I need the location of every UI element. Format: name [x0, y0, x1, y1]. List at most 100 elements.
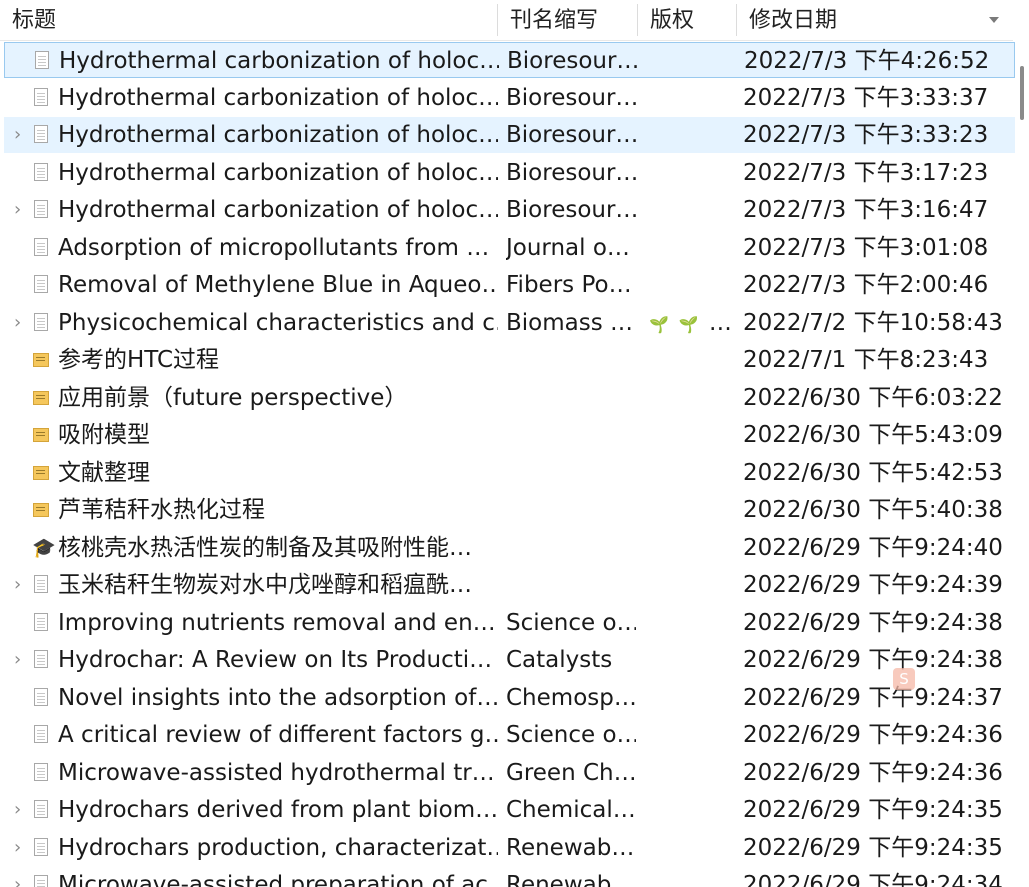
- list-item[interactable]: › Hydrothermal carbonization of holoc… Bio…: [4, 192, 1015, 228]
- list-item[interactable]: Novel insights into the adsorption of… Ch…: [4, 680, 1015, 716]
- item-journal: Fibers Po…: [506, 272, 632, 298]
- item-journal: Biomass …: [506, 309, 634, 336]
- item-journal: Bioresour…: [506, 197, 636, 223]
- expand-chevron-icon[interactable]: ›: [14, 117, 21, 153]
- item-title: Hydrothermal carbonization of holoc…: [59, 48, 499, 74]
- list-item[interactable]: › 玉米秸秆生物炭对水中戊唑醇和稻瘟酰… 2022/6/29 下午9:24:39: [4, 567, 1015, 603]
- item-date: 2022/6/29 下午9:24:39: [743, 572, 1003, 598]
- item-rights: [649, 755, 737, 791]
- list-item[interactable]: Microwave-assisted hydrothermal tr… Green…: [4, 755, 1015, 791]
- item-rights: [649, 830, 737, 866]
- item-journal: [506, 492, 636, 528]
- expand-chevron-icon[interactable]: ›: [14, 642, 21, 678]
- item-journal: Chemical…: [506, 797, 636, 823]
- document-icon: [32, 799, 52, 821]
- item-rights: [649, 155, 737, 191]
- expand-chevron-icon[interactable]: ›: [14, 792, 21, 828]
- column-title[interactable]: 标题: [0, 0, 498, 40]
- item-rights: [649, 605, 737, 641]
- list-item[interactable]: › Hydrochars production, characterizat… Re…: [4, 830, 1015, 866]
- item-rights-text: …: [708, 309, 732, 336]
- list-item[interactable]: Adsorption of micropollutants from … Jour…: [4, 230, 1015, 266]
- list-item[interactable]: Hydrothermal carbonization of holoc… Bior…: [4, 155, 1015, 191]
- item-title: Hydrothermal carbonization of holoc…: [58, 159, 498, 186]
- item-date: 2022/7/1 下午8:23:43: [743, 347, 989, 373]
- list-item[interactable]: 吸附模型 2022/6/30 下午5:43:09: [4, 417, 1015, 453]
- item-date: 2022/7/3 下午4:26:52: [744, 48, 990, 74]
- item-journal: Bioresour…: [507, 48, 637, 74]
- expand-chevron-icon[interactable]: ›: [14, 830, 21, 866]
- item-date: 2022/6/30 下午5:40:38: [743, 497, 1003, 523]
- item-title: 核桃壳水热活性炭的制备及其吸附性能…: [58, 534, 472, 561]
- list-item[interactable]: 文献整理 2022/6/30 下午5:42:53: [4, 455, 1015, 491]
- item-title: A critical review of different factors g…: [58, 722, 498, 748]
- list-item[interactable]: Removal of Methylene Blue in Aqueo… Fiber…: [4, 267, 1015, 303]
- vertical-scrollbar[interactable]: [1015, 40, 1029, 887]
- list-item[interactable]: › Hydrochars derived from plant biom… Chem…: [4, 792, 1015, 828]
- column-date[interactable]: 修改日期: [737, 0, 1013, 40]
- item-journal: [506, 455, 636, 491]
- document-icon: [32, 124, 52, 146]
- sort-descending-icon[interactable]: [989, 17, 999, 23]
- list-item[interactable]: Hydrothermal carbonization of holoc… Bior…: [4, 42, 1015, 78]
- document-icon: [32, 199, 52, 221]
- item-date: 2022/6/29 下午9:24:38: [743, 647, 1003, 673]
- column-journal[interactable]: 刊名缩写: [498, 0, 638, 40]
- item-title: Adsorption of micropollutants from …: [58, 234, 490, 261]
- item-title: Removal of Methylene Blue in Aqueo…: [58, 272, 498, 298]
- column-rights[interactable]: 版权: [638, 0, 737, 40]
- scrollbar-thumb[interactable]: [1020, 66, 1024, 120]
- list-item[interactable]: 🎓 核桃壳水热活性炭的制备及其吸附性能… 2022/6/29 下午9:24:40: [4, 530, 1015, 566]
- expand-chevron-icon[interactable]: ›: [14, 305, 21, 341]
- item-rights: [649, 867, 737, 887]
- document-icon: [32, 612, 52, 634]
- list-item[interactable]: › Hydrothermal carbonization of holoc… Bio…: [4, 117, 1015, 153]
- item-rights: [649, 792, 737, 828]
- item-title: Novel insights into the adsorption of…: [58, 684, 498, 711]
- item-date: 2022/7/3 下午2:00:46: [743, 272, 989, 298]
- document-icon: [32, 87, 52, 109]
- document-icon: [32, 724, 52, 746]
- item-rights: [650, 43, 738, 79]
- list-item[interactable]: 参考的HTC过程 2022/7/1 下午8:23:43: [4, 342, 1015, 378]
- list-item[interactable]: › Hydrochar: A Review on Its Producti… Cat…: [4, 642, 1015, 678]
- item-date: 2022/6/29 下午9:24:35: [743, 834, 1003, 861]
- item-date: 2022/6/30 下午6:03:22: [743, 384, 1003, 411]
- item-journal: [506, 567, 636, 603]
- item-date: 2022/7/3 下午3:17:23: [743, 159, 989, 186]
- item-rights: [649, 680, 737, 716]
- plant-icon: 🌱: [678, 314, 699, 334]
- list-item[interactable]: Hydrothermal carbonization of holoc… Bior…: [4, 80, 1015, 116]
- item-date: 2022/6/29 下午9:24:36: [743, 759, 1003, 786]
- expand-chevron-icon[interactable]: ›: [14, 192, 21, 228]
- list-item[interactable]: › Microwave-assisted preparation of ac… Re…: [4, 867, 1015, 887]
- item-list: Hydrothermal carbonization of holoc… Bior…: [0, 42, 1015, 887]
- item-journal: Renewab…: [506, 872, 635, 887]
- document-icon: [32, 274, 52, 296]
- list-item[interactable]: › Physicochemical characteristics and c… B…: [4, 305, 1015, 341]
- expand-chevron-icon[interactable]: ›: [14, 867, 21, 887]
- list-item[interactable]: 应用前景（future perspective） 2022/6/30 下午6:03…: [4, 380, 1015, 416]
- list-item[interactable]: A critical review of different factors g…: [4, 717, 1015, 753]
- item-rights: [649, 230, 737, 266]
- list-item[interactable]: Improving nutrients removal and en… Scien…: [4, 605, 1015, 641]
- item-title: Physicochemical characteristics and c…: [58, 309, 498, 336]
- list-item[interactable]: 芦苇秸秆水热化过程 2022/6/30 下午5:40:38: [4, 492, 1015, 528]
- document-icon: [32, 687, 52, 709]
- item-rights: [649, 567, 737, 603]
- expand-chevron-icon[interactable]: ›: [14, 567, 21, 603]
- watermark-badge: S: [893, 668, 915, 690]
- document-icon: [32, 237, 52, 259]
- item-date: 2022/6/29 下午9:24:38: [743, 609, 1003, 636]
- item-title: 参考的HTC过程: [58, 347, 220, 373]
- note-icon: [32, 499, 52, 521]
- note-icon: [32, 462, 52, 484]
- item-journal: Journal o…: [506, 234, 630, 261]
- item-journal: [506, 380, 636, 416]
- note-icon: [32, 349, 52, 371]
- item-rights: [649, 117, 737, 153]
- item-title: Microwave-assisted hydrothermal tr…: [58, 759, 495, 786]
- item-rights: [649, 267, 737, 303]
- item-date: 2022/6/29 下午9:24:36: [743, 722, 1003, 748]
- item-title: 文献整理: [58, 459, 150, 486]
